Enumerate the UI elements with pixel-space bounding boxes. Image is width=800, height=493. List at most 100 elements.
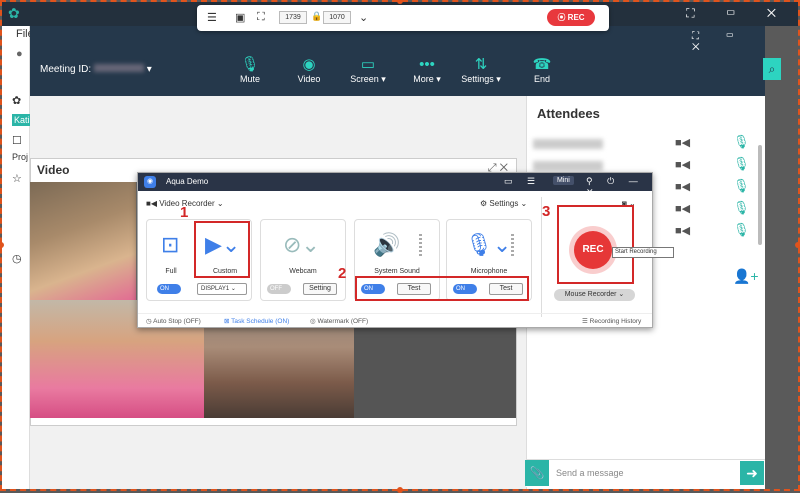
send-icon[interactable]: ➜ xyxy=(740,461,764,485)
app-logo-icon: ✿ xyxy=(8,5,20,21)
video-icon: ◉ xyxy=(302,56,316,73)
more-button[interactable]: ••• More ▾ xyxy=(402,56,452,85)
clock-icon[interactable]: ◷ xyxy=(12,252,22,265)
mic-icon[interactable]: 🎙 xyxy=(733,156,750,172)
display-select[interactable]: DISPLAY1 ⌄ xyxy=(197,283,247,295)
microphone-icon[interactable]: 🎙⌄ xyxy=(465,232,511,258)
camera-icon[interactable]: ■◀ xyxy=(675,158,690,171)
recording-history-link[interactable]: ☰ Recording History xyxy=(582,317,641,325)
recorder-title-bar: ◉ Aqua Demo ▭ ☰ Mini ⚲ ⏻ — ✕ xyxy=(138,173,652,197)
webcam-off-icon[interactable]: ⊘⌄ xyxy=(283,232,320,258)
full-screen-icon[interactable]: ⊡ xyxy=(161,232,179,258)
highlight-box-2 xyxy=(355,276,529,301)
attendee-row[interactable]: ■◀ 🎙 xyxy=(533,134,750,154)
menu-icon[interactable]: ☰ xyxy=(207,11,217,24)
window-buttons[interactable]: ⛶ ▭ ✕ xyxy=(692,31,765,53)
highlight-box-3 xyxy=(557,205,634,284)
screen-label: Screen ▾ xyxy=(350,74,386,84)
mute-button[interactable]: 🎙 Mute xyxy=(225,56,275,84)
resize-handle[interactable] xyxy=(795,242,800,248)
video-button[interactable]: ◉ Video xyxy=(284,56,334,84)
auto-stop-link[interactable]: ◷ Auto Stop (OFF) xyxy=(146,317,201,325)
webcam-setting-button[interactable]: Setting xyxy=(303,283,337,295)
annotation-number-2: 2 xyxy=(338,265,347,282)
settings-label: Settings xyxy=(489,199,519,208)
recorder-footer: ◷ Auto Stop (OFF) ⊠ Task Schedule (ON) ◎… xyxy=(138,313,652,327)
task-schedule-link[interactable]: ⊠ Task Schedule (ON) xyxy=(224,317,289,325)
mic-icon[interactable]: 🎙 xyxy=(733,134,750,150)
webcam-card: ⊘⌄ Webcam OFF Setting xyxy=(260,219,346,301)
phone-icon: ☎ xyxy=(532,56,552,73)
more-label: More ▾ xyxy=(413,74,441,84)
end-button[interactable]: ☎ End xyxy=(517,56,567,84)
display-value: DISPLAY1 xyxy=(201,286,230,292)
mini-button[interactable]: Mini xyxy=(553,176,574,185)
meeting-id-label: Meeting ID: xyxy=(40,64,92,75)
left-sidebar: File ● ✿ Kati ☐ Proj ☆ ◷ xyxy=(2,26,34,489)
webcam-toggle[interactable]: OFF xyxy=(267,284,291,294)
camera-icon[interactable]: ■◀ xyxy=(675,202,690,215)
webcam-label: Webcam xyxy=(289,268,317,275)
mouse-recorder-label: Mouse Recorder xyxy=(564,291,617,298)
attendees-scrollbar[interactable] xyxy=(758,145,762,245)
region-icon[interactable]: ▣ xyxy=(235,11,245,24)
screen-icon: ▭ xyxy=(360,56,376,73)
end-label: End xyxy=(533,74,550,84)
mic-icon[interactable]: 🎙 xyxy=(733,200,750,216)
mic-icon: 🎙 xyxy=(240,56,260,73)
attach-icon[interactable]: 📎 xyxy=(525,460,549,486)
screen-button[interactable]: ▭ Screen ▾ xyxy=(343,56,393,85)
window-controls[interactable]: ⛶ ▭ ✕ xyxy=(686,6,790,21)
title-icons[interactable]: ▭ ☰ xyxy=(504,176,541,187)
window-controls[interactable]: ⚲ ⏻ — ✕ xyxy=(586,176,652,198)
recorder-app-name: Aqua Demo xyxy=(166,177,209,186)
attendees-title: Attendees xyxy=(537,106,600,121)
settings-label: Settings ▾ xyxy=(461,74,501,84)
meeting-toolbar: Meeting ID: ▾ 🎙 Mute ◉ Video ▭ Screen ▾ •••… xyxy=(30,26,765,96)
full-toggle[interactable]: ON xyxy=(157,284,181,294)
meeting-id[interactable]: Meeting ID: ▾ xyxy=(40,64,152,75)
lock-icon[interactable]: 🔒 xyxy=(311,11,322,22)
microphone-label: Microphone xyxy=(470,268,508,275)
rec-tooltip: Start Recording xyxy=(612,247,674,258)
message-input[interactable]: Send a message xyxy=(556,468,624,478)
settings-button[interactable]: ⇅ Settings ▾ xyxy=(456,56,506,85)
camera-icon[interactable]: ■◀ xyxy=(675,136,690,149)
width-input[interactable]: 1739 xyxy=(279,11,307,24)
height-input[interactable]: 1070 xyxy=(323,11,351,24)
video-tile xyxy=(30,182,136,300)
settings-dropdown[interactable]: ⚙ Settings ⌄ xyxy=(480,199,527,208)
status-dot: ● xyxy=(16,48,23,60)
sidebar-item-kati[interactable]: Kati xyxy=(12,114,32,126)
mic-icon[interactable]: 🎙 xyxy=(733,178,750,194)
annotation-number-3: 3 xyxy=(542,203,551,220)
star-icon[interactable]: ☆ xyxy=(12,172,22,185)
annotation-number-1: 1 xyxy=(180,204,189,221)
chevron-down-icon[interactable]: ⌄ xyxy=(359,11,368,24)
recording-history-label: Recording History xyxy=(589,318,642,325)
camera-icon[interactable]: ■◀ xyxy=(675,180,690,193)
resize-handle[interactable] xyxy=(397,487,403,493)
mute-label: Mute xyxy=(239,74,260,84)
watermark-link[interactable]: ◎ Watermark (OFF) xyxy=(310,317,368,325)
chat-icon[interactable]: ☐ xyxy=(12,134,22,147)
add-person-icon[interactable]: 👤+ xyxy=(733,268,759,285)
camera-icon[interactable]: ■◀ xyxy=(675,224,690,237)
sidebar-item-proj[interactable]: Proj xyxy=(12,152,28,162)
search-icon[interactable]: ⌕ xyxy=(763,58,781,80)
capture-toolbar: ☰ ▣ ⛶ 1739 🔒 1070 ⌄ ⦿ REC xyxy=(197,5,609,31)
toolbar-rec-button[interactable]: ⦿ REC xyxy=(547,9,595,26)
mouse-recorder-button[interactable]: Mouse Recorder ⌄ xyxy=(554,289,635,301)
watermark-label: Watermark (OFF) xyxy=(317,318,369,325)
fullscreen-icon[interactable]: ⛶ xyxy=(257,11,265,24)
nav-icon[interactable]: ✿ xyxy=(12,94,21,107)
task-schedule-label: Task Schedule (ON) xyxy=(231,318,290,325)
highlight-box-1 xyxy=(194,221,250,278)
settings-icon: ⇅ xyxy=(474,56,488,73)
video-panel-title: Video xyxy=(37,163,70,177)
auto-stop-label: Auto Stop (OFF) xyxy=(153,318,201,325)
more-icon: ••• xyxy=(419,56,435,73)
speaker-icon[interactable]: 🔊 xyxy=(373,232,400,258)
mic-icon[interactable]: 🎙 xyxy=(733,222,750,238)
system-sound-label: System Sound xyxy=(374,268,420,275)
